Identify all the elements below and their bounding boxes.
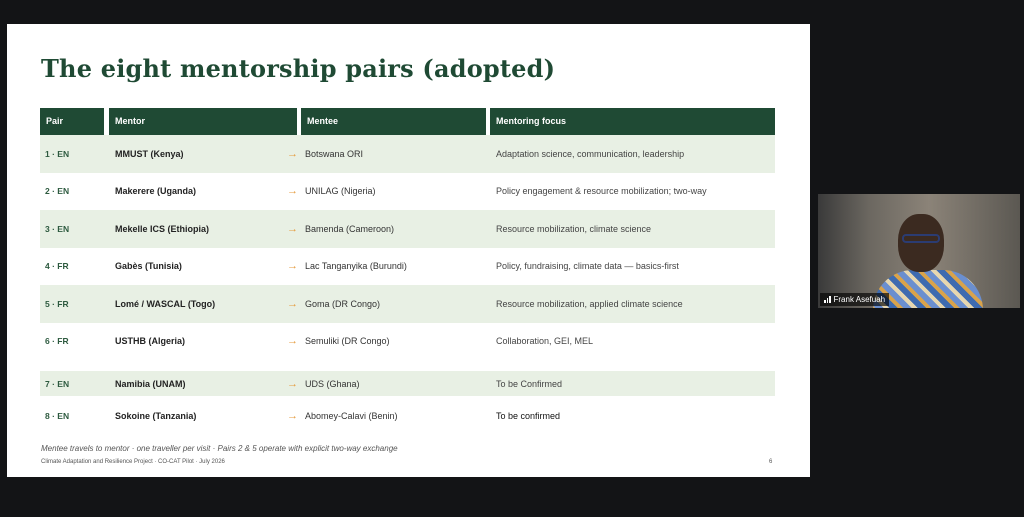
pair-cell: 8 · EN — [45, 411, 70, 421]
mentee-cell: Abomey-Calavi (Benin) — [305, 411, 398, 421]
arrow-right-icon: → — [287, 147, 298, 160]
pair-cell: 1 · EN — [45, 148, 70, 159]
participant-name: Frank Asefuah — [833, 295, 886, 304]
focus-cell: Adaptation science, communication, leade… — [496, 148, 685, 159]
focus-cell: Collaboration, GEI, MEL — [496, 336, 594, 347]
header-mentee: Mentee — [301, 108, 486, 135]
pair-cell: 7 · EN — [45, 378, 70, 389]
mentee-cell: Bamenda (Cameroon) — [305, 223, 395, 234]
participant-body — [873, 270, 983, 308]
pair-cell: 5 · FR — [45, 298, 69, 309]
focus-cell: To be Confirmed — [496, 378, 563, 389]
arrow-right-icon: → — [287, 222, 298, 235]
glasses-shape — [902, 234, 940, 243]
arrow-right-icon: → — [287, 185, 298, 198]
table-row: 6 · FR USTHB (Algeria) → Semuliki (DR Co… — [40, 323, 775, 361]
mentee-cell: Goma (DR Congo) — [305, 298, 381, 309]
pair-cell: 3 · EN — [45, 223, 70, 234]
pair-cell: 2 · EN — [45, 186, 70, 197]
participant-head — [898, 214, 944, 272]
arrow-right-icon: → — [287, 377, 298, 390]
table-header: Pair Mentor Mentee Mentoring focus — [40, 108, 775, 135]
mentor-cell: Makerere (Uganda) — [115, 186, 197, 197]
pair-cell: 4 · FR — [45, 261, 69, 272]
focus-cell: Resource mobilization, applied climate s… — [496, 298, 683, 309]
arrow-right-icon: → — [287, 260, 298, 273]
presentation-slide: The eight mentorship pairs (adopted) Pai… — [7, 24, 810, 477]
slide-title: The eight mentorship pairs (adopted) — [41, 54, 556, 83]
mentor-cell: Gabès (Tunisia) — [115, 261, 182, 272]
pair-cell: 6 · FR — [45, 336, 69, 347]
table-row: 7 · EN Namibia (UNAM) → UDS (Ghana) To b… — [40, 371, 775, 396]
table-row: 4 · FR Gabès (Tunisia) → Lac Tanganyika … — [40, 248, 775, 286]
header-pair: Pair — [40, 108, 104, 135]
arrow-right-icon: → — [287, 297, 298, 310]
focus-cell: Policy, fundraising, climate data — basi… — [496, 261, 679, 272]
participant-name-tag: Frank Asefuah — [820, 293, 890, 306]
table-row: 2 · EN Makerere (Uganda) → UNILAG (Niger… — [40, 173, 775, 211]
table-row: 8 · EN Sokoine (Tanzania) → Abomey-Calav… — [40, 396, 775, 436]
mentor-cell: Namibia (UNAM) — [115, 378, 186, 389]
table-row: 3 · EN Mekelle ICS (Ethiopia) → Bamenda … — [40, 210, 775, 248]
participant-video-tile[interactable]: Frank Asefuah — [818, 194, 1020, 308]
focus-cell: Policy engagement & resource mobilizatio… — [496, 186, 707, 197]
mentorship-table: Pair Mentor Mentee Mentoring focus 1 · E… — [40, 108, 775, 436]
arrow-right-icon: → — [287, 410, 298, 422]
slide-footer: Climate Adaptation and Resilience Projec… — [41, 459, 225, 465]
table-row: 1 · EN MMUST (Kenya) → Botswana ORI Adap… — [40, 135, 775, 173]
table-row: 5 · FR Lomé / WASCAL (Togo) → Goma (DR C… — [40, 285, 775, 323]
mentor-cell: Mekelle ICS (Ethiopia) — [115, 223, 210, 234]
mentee-cell: Botswana ORI — [305, 148, 364, 159]
mentee-cell: UDS (Ghana) — [305, 378, 360, 389]
mentor-cell: USTHB (Algeria) — [115, 336, 186, 347]
page-number: 6 — [769, 459, 773, 465]
mentee-cell: UNILAG (Nigeria) — [305, 186, 376, 197]
mentor-cell: Lomé / WASCAL (Togo) — [115, 298, 216, 309]
mentee-cell: Lac Tanganyika (Burundi) — [305, 261, 407, 272]
slide-footnote: Mentee travels to mentor · one traveller… — [41, 444, 398, 453]
focus-cell: Resource mobilization, climate science — [496, 223, 652, 234]
signal-bars-icon — [824, 296, 831, 303]
header-focus: Mentoring focus — [490, 108, 775, 135]
mentee-cell: Semuliki (DR Congo) — [305, 336, 390, 347]
focus-cell: To be confirmed — [496, 411, 561, 421]
header-mentor: Mentor — [109, 108, 297, 135]
mentor-cell: Sokoine (Tanzania) — [115, 411, 197, 421]
arrow-right-icon: → — [287, 335, 298, 348]
mentor-cell: MMUST (Kenya) — [115, 148, 184, 159]
